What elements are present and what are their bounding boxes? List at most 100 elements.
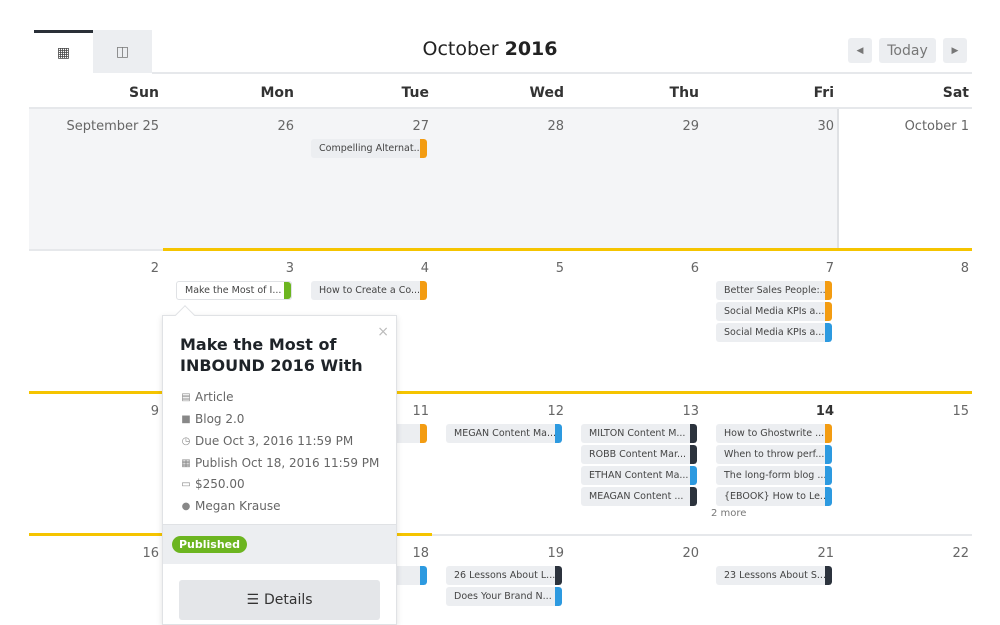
content-type: Article <box>195 390 234 404</box>
day-number[interactable]: 7 <box>704 261 834 276</box>
event-status-bar <box>420 424 427 443</box>
event-status-bar <box>284 282 291 299</box>
calendar-icon: ▦ <box>181 457 191 469</box>
calendar-event[interactable]: 23 Lessons About S... <box>716 566 832 585</box>
event-label: Social Media KPIs a... <box>724 306 825 317</box>
day-number[interactable]: 27 <box>299 119 429 134</box>
day-header-sat: Sat <box>942 85 969 101</box>
event-label: When to throw perf... <box>724 449 825 460</box>
event-status-bar <box>555 566 562 585</box>
day-number[interactable]: 8 <box>839 261 969 276</box>
day-number[interactable]: October 1 <box>839 119 969 134</box>
calendar-event[interactable]: How to Create a Co... <box>311 281 427 300</box>
day-number[interactable]: 5 <box>434 261 564 276</box>
publish-date: Publish Oct 18, 2016 11:59 PM <box>195 456 380 470</box>
price: $250.00 <box>195 477 245 491</box>
day-number[interactable]: 28 <box>434 119 564 134</box>
calendar-event[interactable]: Social Media KPIs a... <box>716 302 832 321</box>
day-number[interactable]: 20 <box>569 546 699 561</box>
event-status-bar <box>825 466 832 485</box>
event-status-bar <box>690 424 697 443</box>
event-status-bar <box>825 281 832 300</box>
event-label: MEGAN Content Ma... <box>454 428 557 439</box>
event-status-bar <box>555 424 562 443</box>
next-month-button[interactable]: ▶ <box>943 38 967 63</box>
calendar-event[interactable]: MEGAN Content Ma... <box>446 424 562 443</box>
event-label: ROBB Content Mar... <box>589 449 687 460</box>
user-icon: ● <box>181 500 191 512</box>
calendar-event[interactable]: When to throw perf... <box>716 445 832 464</box>
divider <box>432 534 972 536</box>
event-label: MILTON Content M... <box>589 428 686 439</box>
day-number[interactable]: 2 <box>29 261 159 276</box>
day-number[interactable]: 26 <box>164 119 294 134</box>
day-number[interactable]: 21 <box>704 546 834 561</box>
event-label: Better Sales People:... <box>724 285 829 296</box>
calendar-event[interactable]: 26 Lessons About L... <box>446 566 562 585</box>
calendar-event[interactable]: ROBB Content Mar... <box>581 445 697 464</box>
day-number[interactable]: September 25 <box>29 119 159 134</box>
event-status-bar <box>420 139 427 158</box>
day-number[interactable]: 9 <box>29 404 159 419</box>
details-button[interactable]: ☰ Details <box>179 580 380 620</box>
event-status-bar <box>690 445 697 464</box>
day-number[interactable]: 14 <box>704 404 834 419</box>
calendar-event[interactable]: ETHAN Content Ma... <box>581 466 697 485</box>
page-title: October 2016 <box>422 38 558 60</box>
event-label: 23 Lessons About S... <box>724 570 826 581</box>
event-status-bar <box>555 587 562 606</box>
day-number[interactable]: 19 <box>434 546 564 561</box>
calendar-event[interactable]: {EBOOK} How to Le... <box>716 487 832 506</box>
calendar-event[interactable]: MILTON Content M... <box>581 424 697 443</box>
day-number[interactable]: 12 <box>434 404 564 419</box>
calendar-event[interactable]: Social Media KPIs a... <box>716 323 832 342</box>
day-number[interactable]: 30 <box>704 119 834 134</box>
event-label: How to Ghostwrite ... <box>724 428 825 439</box>
folder-icon: ■ <box>181 413 191 425</box>
calendar-event[interactable]: Compelling Alternat... <box>311 139 427 158</box>
due-date: Due Oct 3, 2016 11:59 PM <box>195 434 354 448</box>
day-header-thu: Thu <box>669 85 699 101</box>
status-badge: Published <box>172 536 248 553</box>
popover-title: Make the Most of INBOUND 2016 With <box>180 335 363 375</box>
event-label: The long-form blog ... <box>724 470 827 481</box>
caret-left-icon: ◀ <box>856 45 864 56</box>
day-number[interactable]: 15 <box>839 404 969 419</box>
event-status-bar <box>825 566 832 585</box>
day-number[interactable]: 16 <box>29 546 159 561</box>
list-icon: ☰ <box>246 592 259 608</box>
day-header-wed: Wed <box>529 85 564 101</box>
today-button[interactable]: Today <box>879 38 936 63</box>
day-number[interactable]: 29 <box>569 119 699 134</box>
prev-month-button[interactable]: ◀ <box>848 38 872 63</box>
clock-icon: ◷ <box>181 435 191 447</box>
more-events-link[interactable]: 2 more <box>711 508 746 519</box>
calendar-event[interactable]: The long-form blog ... <box>716 466 832 485</box>
details-label: Details <box>264 592 313 608</box>
event-label: 26 Lessons About L... <box>454 570 556 581</box>
author: Megan Krause <box>195 499 281 513</box>
event-status-bar <box>825 323 832 342</box>
day-number[interactable]: 4 <box>299 261 429 276</box>
event-label: {EBOOK} How to Le... <box>724 491 829 502</box>
calendar-event[interactable]: MEAGAN Content ... <box>581 487 697 506</box>
calendar-event[interactable]: How to Ghostwrite ... <box>716 424 832 443</box>
day-number[interactable]: 6 <box>569 261 699 276</box>
day-number[interactable]: 22 <box>839 546 969 561</box>
calendar-event[interactable]: Better Sales People:... <box>716 281 832 300</box>
event-label: Social Media KPIs a... <box>724 327 825 338</box>
day-header-mon: Mon <box>260 85 294 101</box>
event-status-bar <box>825 445 832 464</box>
event-label: MEAGAN Content ... <box>589 491 684 502</box>
event-label: Compelling Alternat... <box>319 143 423 154</box>
event-label: Does Your Brand N... <box>454 591 552 602</box>
calendar-event[interactable]: Does Your Brand N... <box>446 587 562 606</box>
day-number[interactable]: 3 <box>164 261 294 276</box>
divider <box>29 249 163 251</box>
event-label: How to Create a Co... <box>319 285 421 296</box>
day-number[interactable]: 13 <box>569 404 699 419</box>
day-header-tue: Tue <box>401 85 429 101</box>
file-icon: ▤ <box>181 391 191 403</box>
event-popover: × Make the Most of INBOUND 2016 With ▤ Ar… <box>162 315 397 625</box>
calendar-event[interactable]: Make the Most of I... <box>176 281 292 300</box>
